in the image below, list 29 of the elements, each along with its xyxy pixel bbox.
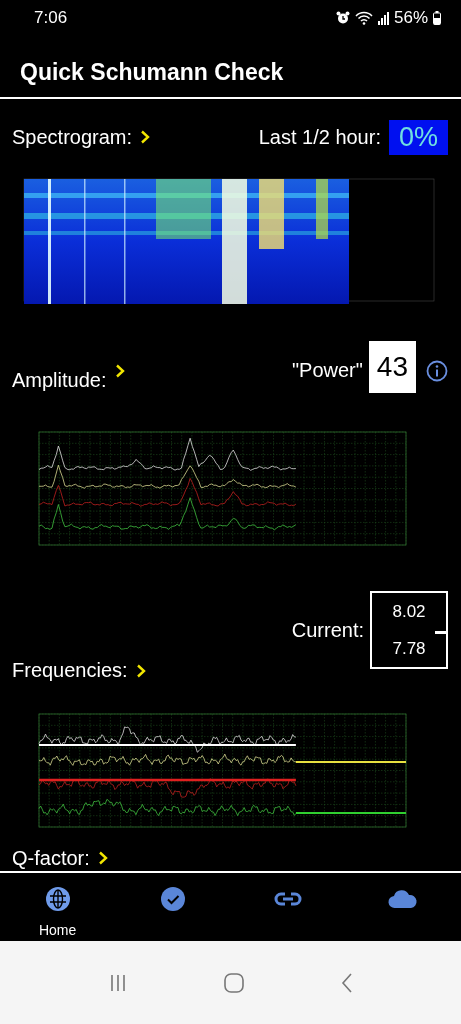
chevron-icon[interactable]	[140, 130, 151, 144]
clock-time: 7:06	[34, 8, 68, 28]
chevron-icon[interactable]	[97, 851, 108, 865]
power-label: "Power"	[291, 359, 363, 382]
back-icon[interactable]	[340, 972, 353, 993]
last-half-hour-label: Last 1/2 hour:	[258, 125, 381, 149]
home-icon[interactable]	[223, 972, 244, 993]
globe-icon	[44, 886, 71, 912]
current-value: 8.02	[392, 601, 426, 622]
section-label: Q-factor:	[12, 846, 90, 870]
chevron-icon[interactable]	[135, 663, 146, 678]
info-icon[interactable]	[426, 360, 448, 382]
power-value: 43	[368, 340, 416, 393]
app-title: Quick Schumann Check	[19, 58, 284, 84]
section-label: Spectrogram:	[12, 125, 133, 149]
battery-percent: 56%	[393, 8, 428, 28]
percent-badge: 0%	[388, 119, 448, 155]
current-value: 7.78	[392, 638, 426, 659]
nav-tab[interactable]: Home	[0, 873, 116, 941]
signal-icon	[377, 11, 389, 25]
chevron-icon[interactable]	[114, 364, 125, 378]
section-label: Frequencies:	[12, 659, 128, 682]
checkmark-icon	[159, 886, 186, 912]
wifi-icon	[354, 11, 373, 25]
current-label: Current:	[291, 618, 364, 642]
battery-icon	[433, 11, 441, 25]
recent-apps-icon[interactable]	[108, 973, 127, 992]
section-label: Amplitude:	[12, 368, 107, 392]
alarm-icon	[335, 11, 350, 25]
